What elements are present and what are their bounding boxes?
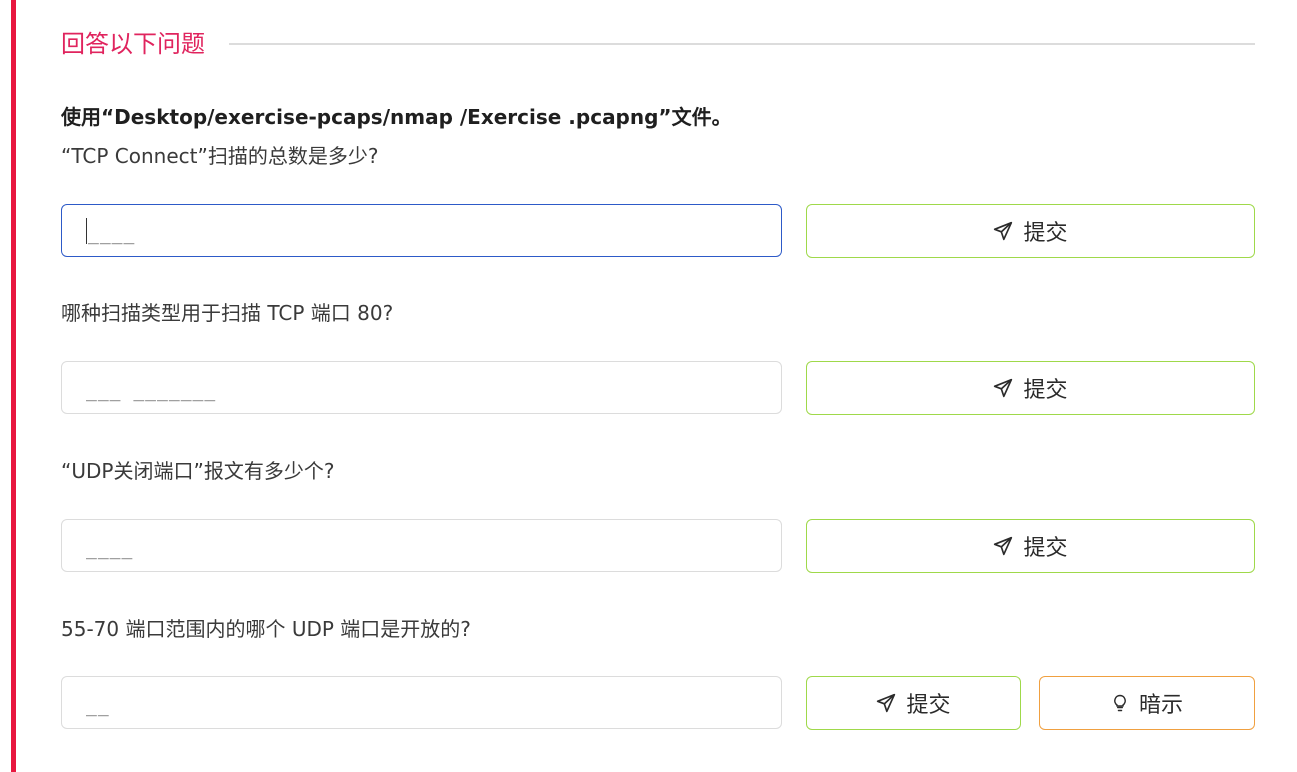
answer-placeholder-1: ____ <box>88 224 136 245</box>
hint-button[interactable]: 暗示 <box>1039 676 1255 730</box>
answer-placeholder-2: ___ _______ <box>86 381 217 402</box>
answer-placeholder-3: ____ <box>86 539 134 560</box>
submit-button-3[interactable]: 提交 <box>806 519 1255 573</box>
submit-label-2: 提交 <box>1023 378 1068 403</box>
answer-input-4[interactable]: __ <box>61 676 782 729</box>
send-icon <box>876 693 896 713</box>
answer-input-2[interactable]: ___ _______ <box>61 361 782 414</box>
answer-input-3[interactable]: ____ <box>61 519 782 572</box>
section-title: 回答以下问题 <box>61 30 205 58</box>
header-divider <box>229 43 1255 45</box>
lightbulb-icon <box>1111 693 1129 713</box>
send-icon <box>993 536 1013 556</box>
hint-label: 暗示 <box>1138 693 1183 718</box>
question-2-text: 哪种扫描类型用于扫描 TCP 端口 80? <box>61 301 394 325</box>
question-panel: 回答以下问题 使用“Desktop/exercise-pcaps/nmap /E… <box>0 0 1297 772</box>
answer-input-1[interactable]: ____ <box>61 204 782 257</box>
question-4-text: 55-70 端口范围内的哪个 UDP 端口是开放的? <box>61 617 471 641</box>
submit-label-3: 提交 <box>1023 536 1068 561</box>
question-3-text: “UDP关闭端口”报文有多少个? <box>61 459 335 483</box>
text-caret <box>86 217 87 244</box>
section-header: 回答以下问题 <box>61 26 1255 62</box>
submit-label-1: 提交 <box>1023 221 1068 246</box>
submit-button-1[interactable]: 提交 <box>806 204 1255 258</box>
accent-bar <box>11 0 16 772</box>
answer-placeholder-4: __ <box>86 696 110 717</box>
send-icon <box>993 221 1013 241</box>
send-icon <box>993 378 1013 398</box>
question-1-text: “TCP Connect”扫描的总数是多少? <box>61 144 379 168</box>
submit-label-4: 提交 <box>906 693 951 718</box>
task-intro: 使用“Desktop/exercise-pcaps/nmap /Exercise… <box>61 105 732 129</box>
submit-button-2[interactable]: 提交 <box>806 361 1255 415</box>
submit-button-4[interactable]: 提交 <box>806 676 1021 730</box>
